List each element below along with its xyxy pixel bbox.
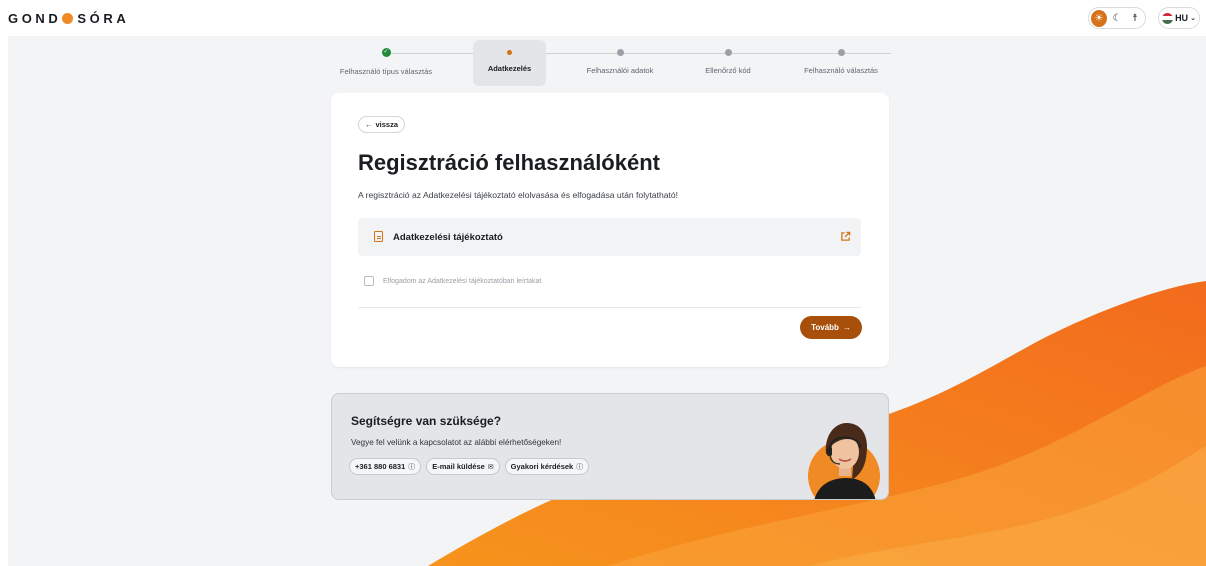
logo-text-right: SÓRA [77,11,130,26]
step-label: Felhasználó típus választás [339,67,433,76]
step-label: Felhasználói adatok [586,66,654,75]
brand-logo[interactable]: GOND SÓRA [8,11,129,26]
faq-chip[interactable]: Gyakori kérdések ⓘ [504,458,590,475]
step-label: Adatkezelés [487,64,532,73]
step-dot [724,49,732,56]
logo-text-left: GOND [8,11,62,26]
divider [358,307,861,308]
external-link-icon[interactable] [840,231,851,242]
intro-text: A regisztráció az Adatkezelési tájékozta… [358,190,679,200]
document-label: Adatkezelési tájékoztató [393,232,503,243]
email-chip[interactable]: E-mail küldése ✉ [426,458,500,475]
step-dot [837,49,845,56]
logo-dot-icon [62,13,74,24]
step-data-handling[interactable]: Adatkezelés [473,40,546,86]
registration-stepper: ✓ Felhasználó típus választás Adatkezelé… [330,40,891,86]
step-label: Ellenőrző kód [705,66,751,75]
language-selector[interactable]: HU ⌄ [1158,7,1200,29]
accept-checkbox-label[interactable]: Elfogadom az Adatkezelési tájékoztatóban… [383,278,541,285]
next-label: Tovább [811,323,839,332]
theme-toggle-group: ☀ ☾ ☨ [1088,7,1146,29]
help-circle-icon: ⓘ [408,463,416,471]
chip-label: +361 880 6831 [355,462,406,471]
help-title: Segítségre van szüksége? [351,414,502,428]
step-current-dot [507,50,512,55]
hungarian-flag-icon [1162,12,1174,24]
mail-icon: ✉ [487,463,494,471]
moon-icon[interactable]: ☾ [1109,10,1125,27]
back-label: vissza [375,120,399,129]
help-text: Vegye fel velünk a kapcsolatot az alábbi… [351,438,562,447]
sun-icon[interactable]: ☀ [1091,9,1107,27]
accept-checkbox[interactable] [364,276,374,286]
next-button[interactable]: Tovább → [800,316,862,339]
chip-label: E-mail küldése [432,462,485,471]
step-user-type[interactable]: ✓ Felhasználó típus választás [330,40,442,86]
help-card: Segítségre van szüksége? Vegye fel velün… [331,393,889,500]
step-user-selection[interactable]: Felhasználó választás [792,40,890,86]
registration-card: ← vissza Regisztráció felhasználóként A … [331,93,889,367]
support-agent-image [808,422,880,499]
step-dot [616,49,624,56]
top-header: GOND SÓRA ☀ ☾ ☨ HU ⌄ [0,0,1206,36]
contact-chips: +361 880 6831 ⓘ E-mail küldése ✉ Gyakori… [349,458,590,475]
help-circle-icon: ⓘ [576,463,584,471]
step-label: Felhasználó választás [804,66,878,75]
phone-chip[interactable]: +361 880 6831 ⓘ [349,458,422,475]
privacy-policy-link[interactable]: Adatkezelési tájékoztató [358,218,861,256]
accessibility-icon[interactable]: ☨ [1127,10,1143,27]
step-verification-code[interactable]: Ellenőrző kód [686,40,770,86]
back-button[interactable]: ← vissza [358,116,406,133]
chevron-down-icon: ⌄ [1190,15,1196,22]
arrow-left-icon: ← [365,120,373,129]
page-title: Regisztráció felhasználóként [358,150,660,175]
document-icon [374,231,383,242]
language-code: HU [1175,13,1189,23]
accept-checkbox-row[interactable]: Elfogadom az Adatkezelési tájékoztatóban… [364,276,541,286]
check-icon: ✓ [381,48,391,57]
chip-label: Gyakori kérdések [510,462,574,471]
step-user-data[interactable]: Felhasználói adatok [574,40,666,86]
arrow-right-icon: → [842,323,851,332]
